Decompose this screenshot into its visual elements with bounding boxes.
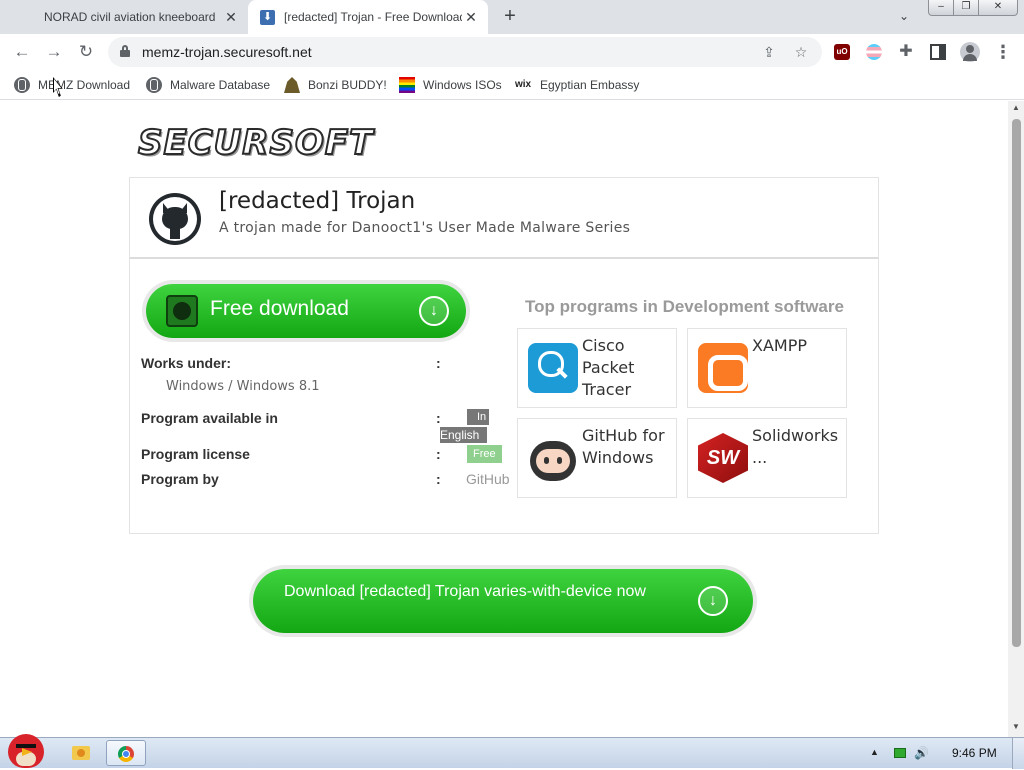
- browser-toolbar: ← → ↻ memz-trojan.securesoft.net ⇪ ☆ uO …: [0, 34, 1024, 70]
- securesoft-logo[interactable]: SECURSOFT: [137, 122, 373, 164]
- kebab-menu-icon[interactable]: ⋮: [994, 43, 1012, 61]
- rainbow-flag-icon: [399, 77, 415, 93]
- top-programs-heading: Top programs in Development software: [525, 297, 844, 316]
- bookmark-memz-download[interactable]: MEMZ Download: [14, 76, 130, 94]
- trans-flag-extension-icon[interactable]: [866, 44, 882, 60]
- program-by-value[interactable]: GitHub: [466, 471, 510, 487]
- file-explorer-icon[interactable]: [62, 740, 102, 766]
- program-title: [redacted] Trojan: [219, 188, 416, 214]
- tab-search-chevron-icon[interactable]: ⌄: [896, 9, 912, 25]
- bookmark-bonzi-buddy[interactable]: Bonzi BUDDY!: [284, 76, 387, 94]
- github-octocat-icon: [528, 433, 578, 483]
- windows-taskbar: ▲ 🔊 9:46 PM: [0, 734, 1024, 769]
- download-arrow-icon: ↓: [698, 586, 728, 616]
- colon: :: [436, 446, 441, 462]
- back-arrow-icon[interactable]: ←: [12, 42, 32, 62]
- works-under-value: Windows / Windows 8.1: [166, 379, 320, 394]
- bookmark-label: Windows ISOs: [423, 78, 502, 92]
- bookmark-label: MEMZ Download: [38, 78, 131, 92]
- available-in-label: Program available in: [141, 410, 278, 426]
- program-name: GitHub for Windows: [582, 426, 665, 467]
- network-icon[interactable]: [894, 748, 906, 758]
- language-tag: English: [440, 427, 488, 443]
- reload-icon[interactable]: ↻: [76, 42, 96, 62]
- bookmark-windows-isos[interactable]: Windows ISOs: [399, 76, 502, 94]
- cisco-packet-tracer-icon: [528, 343, 578, 393]
- bookmark-egyptian-embassy[interactable]: wix Egyptian Embassy: [514, 76, 639, 94]
- globe-icon: [146, 77, 162, 93]
- bookmark-star-icon[interactable]: ☆: [792, 43, 810, 61]
- tab-title: [redacted] Trojan - Free Download: [284, 10, 462, 24]
- tray-overflow-arrow-icon[interactable]: ▲: [870, 747, 879, 761]
- profile-avatar-icon[interactable]: [960, 42, 980, 62]
- colon: :: [436, 471, 441, 487]
- bottom-download-label: Download [redacted] Trojan varies-with-d…: [284, 583, 646, 600]
- license-label: Program license: [141, 446, 250, 462]
- free-download-button[interactable]: Free download ↓: [146, 284, 466, 338]
- scroll-down-arrow-icon[interactable]: ▼: [1012, 723, 1020, 731]
- side-panel-icon[interactable]: [930, 44, 946, 60]
- start-button-angry-bird-icon[interactable]: [2, 730, 46, 770]
- bonzi-icon: [284, 77, 300, 93]
- share-icon[interactable]: ⇪: [760, 43, 778, 61]
- page-content: SECURSOFT [redacted] Trojan A trojan mad…: [0, 101, 1008, 737]
- forward-arrow-icon[interactable]: →: [44, 42, 64, 62]
- solidworks-icon: SW: [698, 433, 748, 483]
- window-minimize-button[interactable]: –: [928, 0, 954, 16]
- free-download-label: Free download: [210, 297, 349, 320]
- address-bar[interactable]: memz-trojan.securesoft.net ⇪ ☆: [108, 37, 822, 67]
- new-tab-plus-icon[interactable]: +: [500, 6, 520, 26]
- tab-norad[interactable]: NORAD civil aviation kneeboard ✕: [8, 0, 248, 34]
- wix-icon: wix: [514, 79, 532, 90]
- bookmark-label: Malware Database: [170, 78, 271, 92]
- url-text[interactable]: memz-trojan.securesoft.net: [142, 44, 312, 60]
- bookmark-malware-database[interactable]: Malware Database: [146, 76, 270, 94]
- language-tag: In: [467, 409, 490, 425]
- taskbar-clock[interactable]: 9:46 PM: [952, 746, 997, 760]
- page-scrollbar[interactable]: ▲ ▼: [1008, 101, 1024, 737]
- license-free-badge: Free: [467, 445, 502, 463]
- show-desktop-button[interactable]: [1012, 738, 1024, 769]
- bookmark-label: Bonzi BUDDY!: [308, 78, 387, 92]
- colon: :: [436, 410, 441, 426]
- tab-close-icon[interactable]: ✕: [464, 10, 478, 24]
- window-close-button[interactable]: ✕: [978, 0, 1018, 16]
- program-name: XAMPP: [752, 336, 808, 355]
- tab-active-download[interactable]: ⬇ [redacted] Trojan - Free Download ✕: [248, 0, 488, 34]
- colon: :: [436, 355, 441, 371]
- program-name: Solidworks ...: [752, 426, 839, 467]
- window-maximize-button[interactable]: ❐: [953, 0, 979, 16]
- program-header: [redacted] Trojan A trojan made for Dano…: [129, 177, 879, 259]
- program-subtitle: A trojan made for Danooct1's User Made M…: [219, 220, 631, 236]
- globe-icon: [14, 77, 30, 93]
- program-by-label: Program by: [141, 471, 219, 487]
- download-favicon-icon: ⬇: [260, 10, 275, 25]
- github-small-icon: [166, 295, 198, 327]
- volume-icon[interactable]: 🔊: [914, 746, 929, 760]
- scroll-up-arrow-icon[interactable]: ▲: [1012, 104, 1020, 112]
- program-info-panel: Free download ↓ Works under: : Windows /…: [129, 259, 879, 534]
- program-card-xampp[interactable]: XAMPP: [687, 328, 847, 408]
- program-card-github[interactable]: GitHub for Windows: [517, 418, 677, 498]
- extensions-puzzle-icon[interactable]: ✚: [898, 44, 914, 60]
- program-card-solidworks[interactable]: SW Solidworks ...: [687, 418, 847, 498]
- github-logo-icon: [149, 193, 201, 245]
- bookmarks-bar: MEMZ Download Malware Database Bonzi BUD…: [0, 70, 1024, 100]
- tab-close-icon[interactable]: ✕: [224, 10, 238, 24]
- ublock-origin-icon[interactable]: uO: [834, 44, 850, 60]
- works-under-label: Works under:: [141, 355, 231, 371]
- scrollbar-thumb[interactable]: [1012, 119, 1021, 647]
- xampp-icon: [698, 343, 748, 393]
- lock-icon[interactable]: [120, 45, 130, 57]
- program-card-cisco[interactable]: Cisco Packet Tracer: [517, 328, 677, 408]
- bookmark-label: Egyptian Embassy: [540, 78, 640, 92]
- download-arrow-icon: ↓: [419, 296, 449, 326]
- chrome-taskbar-icon[interactable]: [106, 740, 146, 766]
- program-name: Cisco Packet Tracer: [582, 336, 635, 399]
- bottom-download-button[interactable]: Download [redacted] Trojan varies-with-d…: [253, 569, 753, 633]
- tab-strip: NORAD civil aviation kneeboard ✕ ⬇ [reda…: [0, 0, 1024, 34]
- tab-title: NORAD civil aviation kneeboard: [44, 10, 216, 24]
